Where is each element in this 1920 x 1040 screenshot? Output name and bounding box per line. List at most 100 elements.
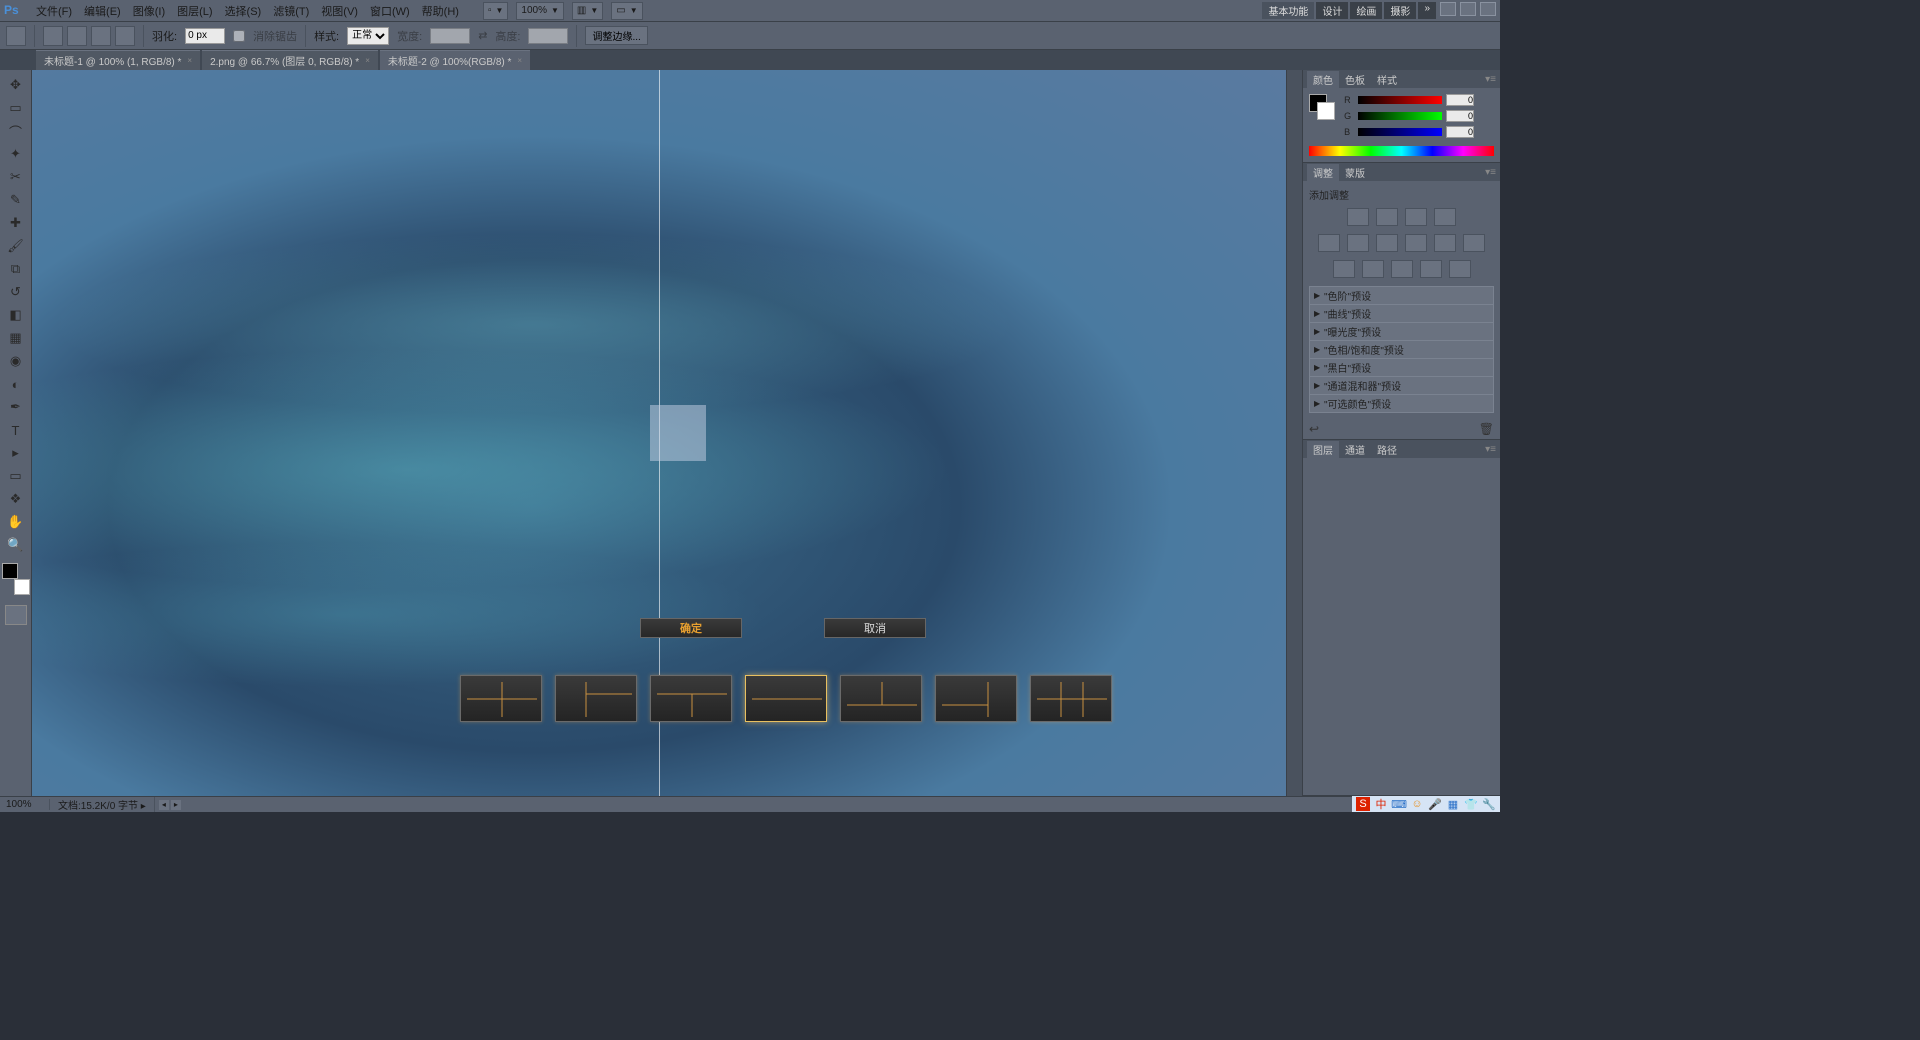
close-icon[interactable]: × [187, 56, 192, 65]
layout-thumb-4[interactable] [745, 675, 827, 722]
gradient-tool[interactable]: ▦ [2, 327, 30, 349]
mic-icon[interactable]: 🎤 [1428, 797, 1442, 811]
menu-window[interactable]: 窗口(W) [364, 1, 416, 21]
healing-tool[interactable]: ✚ [2, 212, 30, 234]
menu-file[interactable]: 文件(F) [30, 1, 78, 21]
exposure-icon[interactable] [1434, 208, 1456, 226]
workspace-photography[interactable]: 摄影 [1384, 2, 1416, 19]
g-slider[interactable] [1358, 112, 1442, 120]
maximize-button[interactable] [1460, 2, 1476, 16]
grid-icon[interactable]: ▦ [1446, 797, 1460, 811]
preset-bw[interactable]: ▶"黑白"预设 [1309, 358, 1494, 376]
layout-thumb-5[interactable] [840, 675, 922, 722]
close-icon[interactable]: × [517, 56, 522, 65]
r-slider[interactable] [1358, 96, 1442, 104]
invert-icon[interactable] [1333, 260, 1355, 278]
tab-color[interactable]: 颜色 [1307, 71, 1339, 88]
b-slider[interactable] [1358, 128, 1442, 136]
feather-input[interactable] [185, 28, 225, 44]
dodge-tool[interactable]: ◐ [2, 373, 30, 395]
tool-preset-icon[interactable] [6, 26, 26, 46]
ime-icon[interactable]: 中 [1374, 797, 1388, 811]
vibrance-icon[interactable] [1318, 234, 1340, 252]
cancel-button[interactable]: 取消 [824, 618, 926, 638]
r-input[interactable] [1446, 94, 1474, 106]
wrench-icon[interactable]: 🔧 [1482, 797, 1496, 811]
doc-tab-2[interactable]: 2.png @ 66.7% (图层 0, RGB/8) *× [202, 50, 378, 70]
color-picker[interactable] [2, 563, 30, 595]
hand-tool[interactable]: ✋ [2, 511, 30, 533]
selection-square[interactable] [650, 405, 706, 461]
curves-icon[interactable] [1405, 208, 1427, 226]
gradient-map-icon[interactable] [1420, 260, 1442, 278]
layout-thumb-6[interactable] [935, 675, 1017, 722]
hue-ramp[interactable] [1309, 146, 1494, 156]
bg-swatch[interactable] [1317, 102, 1335, 120]
adjust-trash-icon[interactable]: 🗑 [1479, 422, 1494, 436]
menu-image[interactable]: 图像(I) [127, 1, 171, 21]
menu-edit[interactable]: 编辑(E) [78, 1, 127, 21]
g-input[interactable] [1446, 110, 1474, 122]
workspace-design[interactable]: 设计 [1316, 2, 1348, 19]
move-tool[interactable]: ✥ [2, 74, 30, 96]
tab-channels[interactable]: 通道 [1339, 441, 1371, 458]
workspace-more[interactable]: » [1418, 2, 1436, 19]
panel-menu-icon[interactable]: ▾≡ [1485, 444, 1496, 455]
menu-select[interactable]: 选择(S) [219, 1, 268, 21]
tab-styles[interactable]: 样式 [1371, 71, 1403, 88]
zoom-tool[interactable]: 🔍 [2, 534, 30, 556]
doc-tab-1[interactable]: 未标题-1 @ 100% (1, RGB/8) *× [36, 50, 200, 70]
selection-intersect-icon[interactable] [115, 26, 135, 46]
layout-thumb-2[interactable] [555, 675, 637, 722]
layout-dropdown[interactable]: ▫▼ [483, 2, 508, 20]
mixer-icon[interactable] [1463, 234, 1485, 252]
status-zoom[interactable]: 100% [0, 799, 50, 810]
workspace-essentials[interactable]: 基本功能 [1262, 2, 1314, 19]
balance-icon[interactable] [1376, 234, 1398, 252]
photo-filter-icon[interactable] [1434, 234, 1456, 252]
selection-add-icon[interactable] [67, 26, 87, 46]
ok-button[interactable]: 确定 [640, 618, 742, 638]
lasso-tool[interactable]: ⌒ [2, 120, 30, 142]
selective-color-icon[interactable] [1449, 260, 1471, 278]
marquee-tool[interactable]: ▭ [2, 97, 30, 119]
shape-tool[interactable]: ▭ [2, 465, 30, 487]
quick-mask-toggle[interactable] [5, 605, 27, 625]
zoom-dropdown[interactable]: 100%▼ [516, 2, 564, 20]
layout-thumb-3[interactable] [650, 675, 732, 722]
preset-curves[interactable]: ▶"曲线"预设 [1309, 304, 1494, 322]
refine-edge-button[interactable]: 调整边缘... [585, 26, 647, 45]
color-swatch-pair[interactable] [1309, 94, 1335, 120]
workspace-painting[interactable]: 绘画 [1350, 2, 1382, 19]
path-select-tool[interactable]: ▸ [2, 442, 30, 464]
scroll-left-icon[interactable]: ◂ [159, 800, 169, 810]
scroll-right-icon[interactable]: ▸ [171, 800, 181, 810]
layout-thumb-1[interactable] [460, 675, 542, 722]
panel-menu-icon[interactable]: ▾≡ [1485, 74, 1496, 85]
arrange-dropdown[interactable]: ▥▼ [572, 2, 603, 20]
levels-icon[interactable] [1376, 208, 1398, 226]
panel-menu-icon[interactable]: ▾≡ [1485, 167, 1496, 178]
sogou-icon[interactable]: S [1356, 797, 1370, 811]
preset-exposure[interactable]: ▶"曝光度"预设 [1309, 322, 1494, 340]
posterize-icon[interactable] [1362, 260, 1384, 278]
close-window-button[interactable] [1480, 2, 1496, 16]
hue-icon[interactable] [1347, 234, 1369, 252]
magic-wand-tool[interactable]: ✦ [2, 143, 30, 165]
bw-icon[interactable] [1405, 234, 1427, 252]
doc-tab-3[interactable]: 未标题-2 @ 100%(RGB/8) *× [380, 50, 530, 70]
preset-mixer[interactable]: ▶"通道混和器"预设 [1309, 376, 1494, 394]
menu-help[interactable]: 帮助(H) [416, 1, 465, 21]
preset-hue[interactable]: ▶"色相/饱和度"预设 [1309, 340, 1494, 358]
brightness-icon[interactable] [1347, 208, 1369, 226]
menu-filter[interactable]: 滤镜(T) [267, 1, 315, 21]
screen-mode-dropdown[interactable]: ▭▼ [611, 2, 642, 20]
crop-tool[interactable]: ✂ [2, 166, 30, 188]
foreground-color[interactable] [2, 563, 18, 579]
tab-masks[interactable]: 蒙版 [1339, 164, 1371, 181]
eyedropper-tool[interactable]: ✎ [2, 189, 30, 211]
layout-thumb-7[interactable] [1030, 675, 1112, 722]
b-input[interactable] [1446, 126, 1474, 138]
3d-tool[interactable]: ❖ [2, 488, 30, 510]
brush-tool[interactable]: 🖌 [2, 235, 30, 257]
